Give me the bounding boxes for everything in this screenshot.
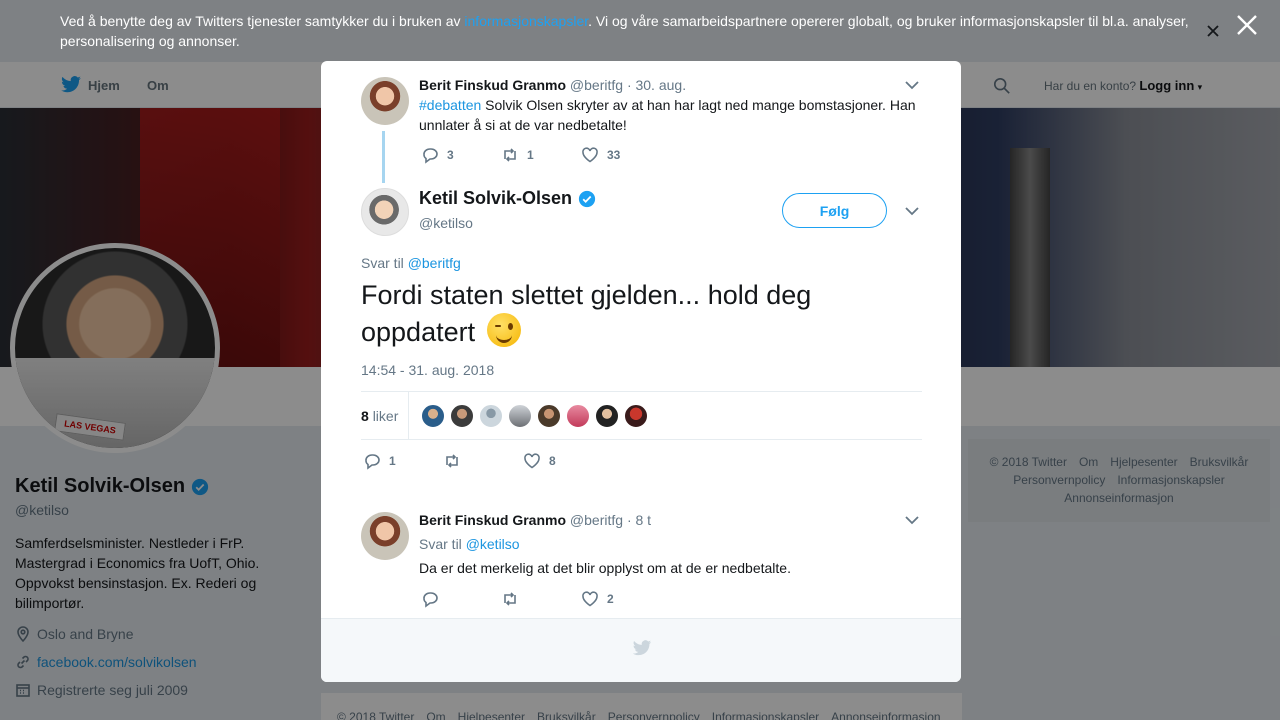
modal-close-icon[interactable] bbox=[1235, 13, 1259, 37]
chevron-down-icon[interactable] bbox=[905, 515, 919, 525]
follow-button[interactable]: Følg bbox=[782, 193, 887, 228]
heart-icon bbox=[582, 147, 598, 163]
tweet-stats: 8 liker bbox=[361, 391, 922, 440]
like-button[interactable]: 2 bbox=[581, 590, 614, 608]
hashtag-link[interactable]: #debatten bbox=[419, 97, 481, 113]
heart-icon bbox=[582, 591, 598, 607]
main-tweet-body: Fordi staten slettet gjelden... hold deg… bbox=[361, 280, 812, 347]
main-tweet-text: Fordi staten slettet gjelden... hold deg… bbox=[361, 278, 921, 350]
thread-connector bbox=[382, 131, 385, 183]
reply-to-prefix: Svar til bbox=[361, 255, 404, 271]
retweet-count: 1 bbox=[527, 148, 534, 162]
likes-stat-count: 8 bbox=[361, 408, 369, 424]
like-count: 2 bbox=[607, 592, 614, 606]
reply-tweet-actions: 2 bbox=[421, 590, 614, 608]
stats-divider bbox=[408, 392, 409, 440]
liker-avatar[interactable] bbox=[479, 404, 503, 428]
like-count: 33 bbox=[607, 148, 621, 162]
reply-button[interactable] bbox=[421, 590, 501, 608]
parent-tweet-header: Berit Finskud Granmo @beritfg · 30. aug. bbox=[419, 77, 686, 93]
cookie-banner: Ved å benytte deg av Twitters tjenester … bbox=[0, 0, 1280, 62]
reply-tweet-text: Da er det merkelig at det blir opplyst o… bbox=[419, 560, 791, 576]
retweet-button[interactable]: 1 bbox=[501, 146, 581, 164]
reply-icon bbox=[423, 148, 438, 164]
reply-tweet-reply-to: Svar til @ketilso bbox=[419, 536, 520, 552]
parent-tweet-handle[interactable]: @beritfg bbox=[570, 77, 623, 93]
liker-avatar[interactable] bbox=[595, 404, 619, 428]
retweet-icon bbox=[446, 454, 458, 468]
parent-tweet-body: Solvik Olsen skryter av at han har lagt … bbox=[419, 97, 916, 133]
main-tweet-timestamp[interactable]: 14:54 - 31. aug. 2018 bbox=[361, 362, 494, 378]
liker-avatar[interactable] bbox=[450, 404, 474, 428]
cookie-text-before: Ved å benytte deg av Twitters tjenester … bbox=[60, 13, 465, 29]
modal-footer bbox=[321, 618, 961, 682]
like-button[interactable]: 8 bbox=[523, 452, 556, 470]
parent-tweet-date[interactable]: · 30. aug. bbox=[627, 77, 686, 93]
likes-stat[interactable]: 8 liker bbox=[361, 408, 398, 424]
likers-avatars bbox=[421, 404, 653, 428]
reply-to-link[interactable]: @beritfg bbox=[408, 255, 461, 271]
chevron-down-icon[interactable] bbox=[905, 206, 919, 216]
liker-avatar[interactable] bbox=[537, 404, 561, 428]
reply-icon bbox=[423, 592, 438, 608]
parent-tweet-text: #debatten Solvik Olsen skryter av at han… bbox=[419, 95, 924, 135]
main-tweet-name[interactable]: Ketil Solvik-Olsen bbox=[419, 188, 596, 209]
main-tweet-actions: 1 8 bbox=[363, 452, 556, 470]
reply-tweet-date[interactable]: · 8 t bbox=[627, 512, 651, 528]
liker-avatar[interactable] bbox=[421, 404, 445, 428]
twitter-bird-icon bbox=[632, 640, 652, 656]
verified-badge-icon bbox=[578, 190, 596, 207]
reply-tweet-name[interactable]: Berit Finskud Granmo bbox=[419, 512, 566, 528]
liker-avatar[interactable] bbox=[624, 404, 648, 428]
retweet-button[interactable] bbox=[443, 452, 523, 470]
tweet-modal: Berit Finskud Granmo @beritfg · 30. aug.… bbox=[321, 61, 961, 682]
reply-tweet-header: Berit Finskud Granmo @beritfg · 8 t bbox=[419, 512, 651, 528]
heart-icon bbox=[524, 453, 540, 469]
cookie-link[interactable]: informasjonskapsler bbox=[464, 13, 588, 29]
reply-button[interactable]: 3 bbox=[421, 146, 501, 164]
like-count: 8 bbox=[549, 454, 556, 468]
reply-tweet-prefix: Svar til bbox=[419, 536, 462, 552]
reply-button[interactable]: 1 bbox=[363, 452, 443, 470]
reply-tweet-handle[interactable]: @beritfg bbox=[570, 512, 623, 528]
reply-icon bbox=[365, 454, 380, 470]
cookie-close-icon[interactable] bbox=[1204, 22, 1222, 40]
retweet-button[interactable] bbox=[501, 590, 581, 608]
reply-count: 3 bbox=[447, 148, 454, 162]
liker-avatar[interactable] bbox=[566, 404, 590, 428]
liker-avatar[interactable] bbox=[508, 404, 532, 428]
main-tweet-avatar[interactable] bbox=[361, 188, 409, 236]
parent-tweet-avatar[interactable] bbox=[361, 77, 409, 125]
likes-stat-label: liker bbox=[372, 408, 399, 424]
chevron-down-icon[interactable] bbox=[905, 80, 919, 90]
main-tweet-reply-to: Svar til @beritfg bbox=[361, 255, 461, 271]
parent-tweet-actions: 3 1 33 bbox=[421, 146, 620, 164]
parent-tweet-name[interactable]: Berit Finskud Granmo bbox=[419, 77, 566, 93]
main-tweet-name-text: Ketil Solvik-Olsen bbox=[419, 188, 573, 208]
reply-tweet-to-link[interactable]: @ketilso bbox=[466, 536, 520, 552]
reply-count: 1 bbox=[389, 454, 396, 468]
winking-face-icon bbox=[486, 313, 521, 347]
retweet-icon bbox=[504, 148, 516, 162]
reply-tweet-avatar[interactable] bbox=[361, 512, 409, 560]
main-tweet-handle[interactable]: @ketilso bbox=[419, 215, 473, 231]
retweet-icon bbox=[504, 592, 516, 606]
like-button[interactable]: 33 bbox=[581, 146, 620, 164]
